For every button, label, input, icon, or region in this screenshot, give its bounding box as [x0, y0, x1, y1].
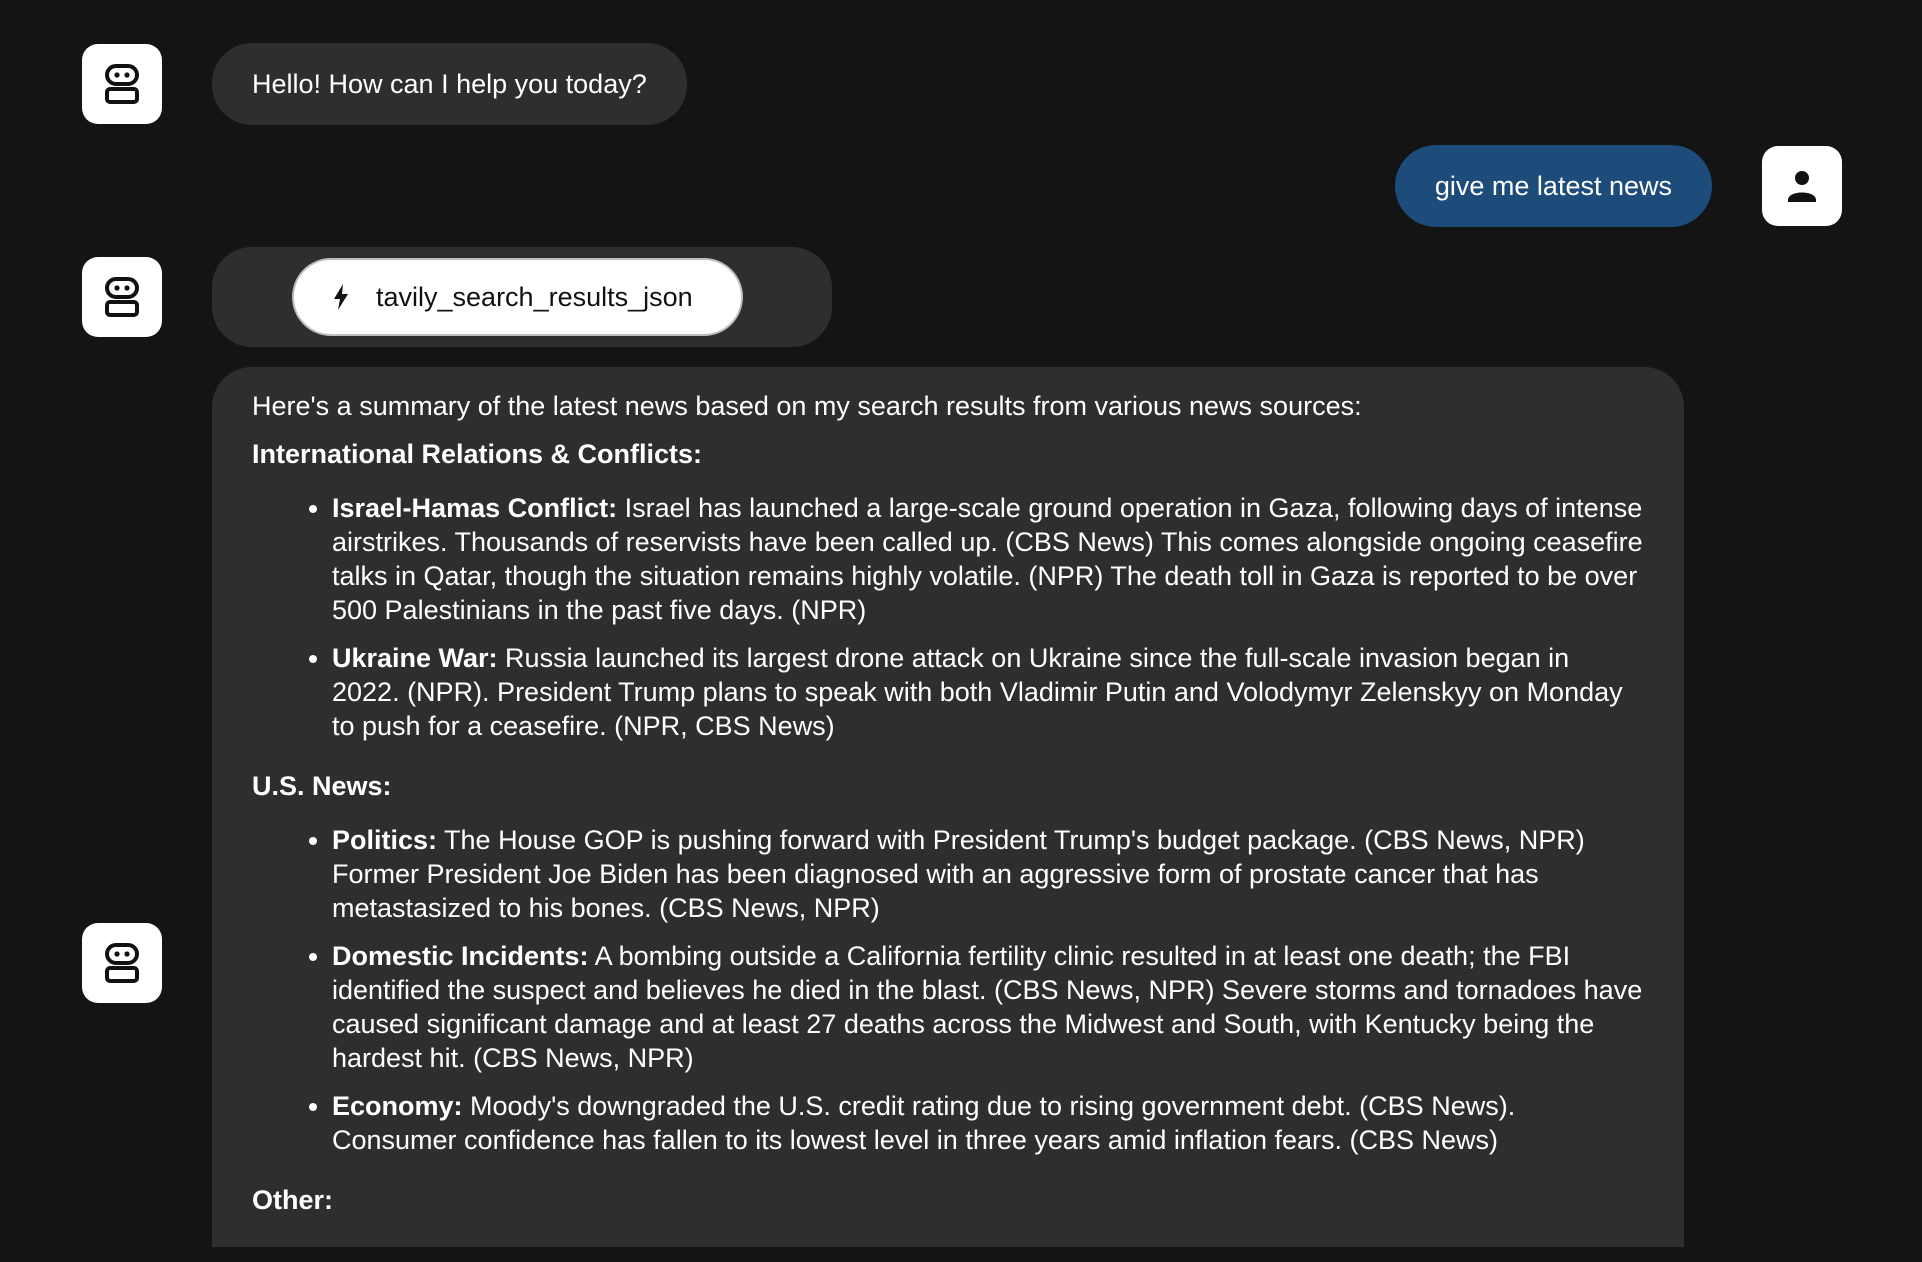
chat-window: Hello! How can I help you today? give me… [0, 0, 1922, 1262]
item-title: Ukraine War: [332, 643, 498, 673]
section-heading: U.S. News: [252, 771, 392, 801]
person-icon [1788, 171, 1816, 202]
tool-call-message: tavily_search_results_json [212, 247, 832, 347]
robot-icon [105, 64, 139, 104]
item-title: Politics: [332, 825, 438, 855]
list-item: Israel-Hamas Conflict: Israel has launch… [332, 491, 1644, 627]
assistant-greeting-message: Hello! How can I help you today? [212, 43, 687, 125]
assistant-answer-message: Here's a summary of the latest news base… [212, 367, 1684, 1247]
section-heading: International Relations & Conflicts: [252, 439, 703, 469]
item-title: Israel-Hamas Conflict: [332, 493, 618, 523]
assistant-avatar [82, 923, 162, 1003]
item-text: Russia launched its largest drone attack… [332, 643, 1623, 741]
user-message: give me latest news [1394, 145, 1712, 227]
section-heading: Other: [252, 1185, 333, 1215]
item-text: Moody's downgraded the U.S. credit ratin… [332, 1091, 1516, 1155]
item-title: Domestic Incidents: [332, 941, 589, 971]
tool-call-chip[interactable]: tavily_search_results_json [292, 258, 743, 336]
robot-icon [105, 943, 139, 983]
news-list: Politics: The House GOP is pushing forwa… [252, 823, 1644, 1157]
list-item: Ukraine War: Russia launched its largest… [332, 641, 1644, 743]
list-item: Economy: Moody's downgraded the U.S. cre… [332, 1089, 1644, 1157]
assistant-avatar [82, 257, 162, 337]
lightning-bolt-icon [332, 283, 350, 311]
answer-intro: Here's a summary of the latest news base… [252, 391, 1362, 421]
assistant-avatar [82, 44, 162, 124]
item-text: The House GOP is pushing forward with Pr… [332, 825, 1585, 923]
item-title: Economy: [332, 1091, 463, 1121]
tool-call-name: tavily_search_results_json [376, 281, 693, 312]
list-item: Politics: The House GOP is pushing forwa… [332, 823, 1644, 925]
robot-icon [105, 277, 139, 317]
list-item: Domestic Incidents: A bombing outside a … [332, 939, 1644, 1075]
news-list: Israel-Hamas Conflict: Israel has launch… [252, 491, 1644, 743]
user-avatar [1762, 146, 1842, 226]
